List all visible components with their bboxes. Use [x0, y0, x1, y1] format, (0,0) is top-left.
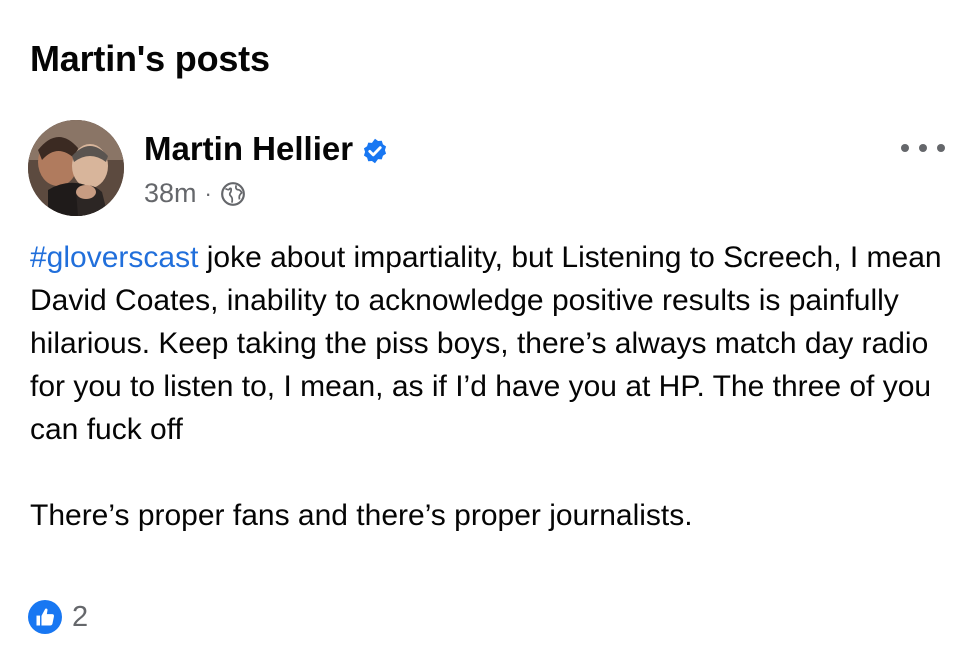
post-meta: 38m · — [144, 178, 246, 209]
post-header: Martin Hellier 38m · — [28, 120, 955, 220]
meta-separator: · — [204, 180, 212, 206]
more-options-icon[interactable] — [901, 136, 945, 160]
like-icon — [28, 600, 62, 634]
page: Martin's posts Martin Hellier 38m · #glo… — [0, 0, 977, 669]
post-paragraph-1: #gloverscast joke about impartiality, bu… — [30, 236, 960, 451]
author-name-text: Martin Hellier — [144, 130, 354, 167]
verified-badge-icon — [361, 135, 389, 164]
author-name[interactable]: Martin Hellier — [144, 130, 389, 168]
post-body: #gloverscast joke about impartiality, bu… — [30, 236, 960, 537]
more-dot — [937, 144, 945, 152]
reaction-count: 2 — [72, 600, 89, 633]
globe-icon[interactable] — [220, 181, 246, 207]
avatar-photo — [28, 120, 124, 216]
hashtag-link[interactable]: #gloverscast — [30, 241, 198, 274]
more-dot — [901, 144, 909, 152]
post-paragraph-2: There’s proper fans and there’s proper j… — [30, 499, 693, 532]
author-avatar[interactable] — [28, 120, 124, 216]
reactions-summary[interactable]: 2 — [28, 600, 88, 634]
page-title: Martin's posts — [30, 38, 270, 79]
post-time[interactable]: 38m — [144, 178, 197, 209]
more-dot — [919, 144, 927, 152]
